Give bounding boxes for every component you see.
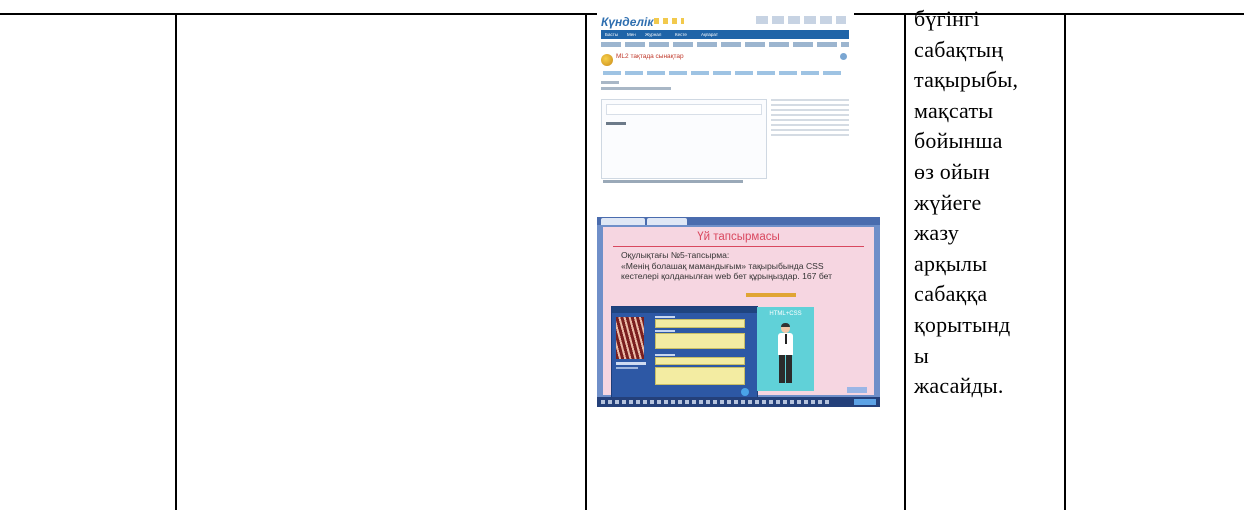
text-line: жазу: [914, 220, 959, 246]
form-field: [655, 333, 745, 349]
user-menu: [756, 16, 846, 24]
browser-tabs: [597, 217, 880, 225]
text-line: өз ойын: [914, 158, 990, 184]
image-caption: [616, 367, 638, 369]
app-window: [611, 306, 758, 400]
nav-item: Кесте: [675, 32, 687, 37]
taskbar: [597, 397, 880, 407]
column-divider-4: [1064, 13, 1066, 510]
group-avatar-icon: [601, 54, 613, 66]
footer-text: [603, 180, 743, 183]
form-field: [655, 357, 745, 365]
column-divider-2: [585, 13, 587, 510]
taskbar-icons: [601, 400, 831, 404]
app-image: [616, 317, 644, 359]
section-tabs: [603, 71, 843, 75]
submit-button: [741, 388, 749, 396]
form-field: [655, 319, 745, 328]
figure-panel: HTML+CSS: [757, 307, 814, 391]
image-caption: [616, 362, 646, 365]
text-line: мақсаты: [914, 97, 994, 123]
person-tie: [785, 334, 787, 344]
slide-body-line: Оқулықтағы №5-тапсырма:: [621, 250, 730, 260]
kundelik-logo: Күнделік: [601, 15, 654, 29]
nav-item: Ақпарат: [701, 32, 718, 37]
slide-title: Үй тапсырмасы: [697, 231, 780, 243]
field-label: [655, 330, 675, 332]
text-line: ы: [914, 342, 929, 368]
conclusion-text: бүгінгі сабақтың тақырыбы, мақсаты бойын…: [914, 4, 1060, 402]
logo-decoration: [654, 18, 684, 24]
figure-label: HTML+CSS: [769, 311, 802, 317]
subject-field: [606, 104, 762, 115]
field-label: [655, 316, 675, 318]
kundelik-screenshot: Күнделік Басты Мен Журнал Кесте Ақпарат …: [597, 13, 854, 187]
browser-tab: [601, 218, 645, 225]
slide: Үй тапсырмасы Оқулықтағы №5-тапсырма: «М…: [603, 227, 874, 400]
title-underline: [613, 246, 864, 247]
text-line: сабақтың: [914, 36, 1004, 62]
text-line: тақырыбы,: [914, 67, 1019, 93]
taskbar-button: [854, 399, 876, 405]
page-title: ML2 тақтада сынақтар: [616, 53, 684, 60]
column-divider-3: [904, 13, 906, 510]
text-line: сабаққа: [914, 281, 988, 307]
nav-item: Басты: [605, 32, 619, 37]
sidebar-text: [771, 99, 849, 139]
text-line: жасайды.: [914, 373, 1004, 399]
nav-item: Мен: [627, 32, 636, 37]
settings-icon: [840, 53, 847, 60]
person-hair: [781, 323, 790, 327]
text-line: жүйеге: [914, 189, 982, 215]
presentation-screenshot: Үй тапсырмасы Оқулықтағы №5-тапсырма: «М…: [597, 217, 880, 407]
message-label: [606, 122, 626, 125]
text-line: [601, 87, 671, 90]
column-divider-1: [175, 13, 177, 510]
slide-nav-control: [847, 387, 867, 393]
post-form: [601, 99, 767, 179]
main-nav-bar: Басты Мен Журнал Кесте Ақпарат: [601, 30, 849, 39]
text-line: бүгінгі: [914, 6, 980, 31]
text-line: [601, 81, 619, 84]
text-line: қорытынд: [914, 311, 1011, 337]
person-legs: [779, 355, 792, 383]
field-label: [655, 354, 675, 356]
app-window-header: [612, 307, 757, 313]
slide-body-line: кестелері қолданылған web бет құрыңыздар…: [621, 271, 833, 281]
sub-nav: [601, 42, 849, 47]
browser-tab: [647, 218, 687, 225]
form-field: [655, 367, 745, 385]
text-line: бойынша: [914, 128, 1003, 154]
nav-item: Журнал: [645, 32, 662, 37]
slide-body-line: «Менің болашақ мамандығым» тақырыбында C…: [621, 260, 824, 271]
text-line: арқылы: [914, 250, 988, 276]
slide-body: Оқулықтағы №5-тапсырма: «Менің болашақ м…: [621, 250, 866, 282]
highlight-strip: [746, 293, 796, 297]
